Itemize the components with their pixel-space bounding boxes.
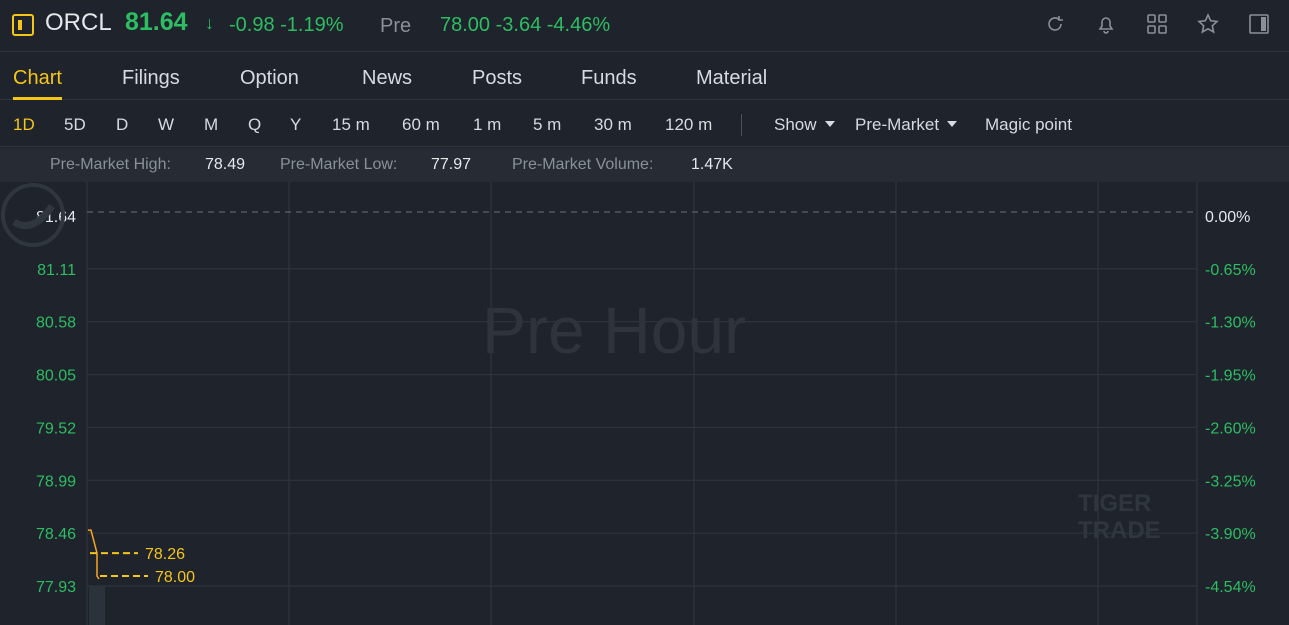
pct-tick-label: -0.65% (1205, 262, 1256, 279)
chart-canvas: 81.64 0.00%81.11 -0.65%80.58 -1.30%80.05 -1.… (36, 182, 1256, 625)
y-tick-label: 80.05 (36, 368, 76, 385)
tab-option[interactable]: Option (240, 67, 299, 90)
price-change: -0.98 -1.19% (229, 14, 344, 36)
tab-funds[interactable]: Funds (581, 67, 637, 90)
y-tick-label: 79.52 (36, 420, 76, 437)
tiger-trade-logo-text: TIGER TRADE (1078, 490, 1161, 544)
period-y[interactable]: Y (290, 115, 301, 135)
y-tick-label: 80.58 (36, 315, 76, 332)
period-60m[interactable]: 60 m (402, 115, 440, 135)
period-15m[interactable]: 15 m (332, 115, 370, 135)
y-tick-label: 81.11 (37, 262, 76, 279)
period-1d[interactable]: 1D (13, 115, 35, 135)
pre-market-low-label: Pre-Market Low: (280, 156, 398, 173)
tab-posts[interactable]: Posts (472, 67, 522, 90)
pre-market-high-label: Pre-Market High: (50, 156, 171, 173)
session-dropdown[interactable]: Pre-Market (855, 115, 958, 135)
period-30m[interactable]: 30 m (594, 115, 632, 135)
period-5m[interactable]: 5 m (533, 115, 561, 135)
price-annotation-label: 78.00 (155, 569, 195, 586)
tab-news[interactable]: News (362, 67, 412, 90)
period-toolbar: 1D 5D D W M Q Y 15 m 60 m 1 m 5 m 30 m 1… (0, 101, 1289, 147)
pct-tick-label: -1.30% (1205, 315, 1256, 332)
magic-point-button[interactable]: Magic point (985, 115, 1072, 135)
arrow-down-icon: ↓ (205, 13, 214, 33)
session-dropdown-label: Pre-Market (855, 115, 940, 134)
logo-line-2: TRADE (1078, 517, 1161, 544)
star-icon[interactable] (1197, 13, 1219, 35)
pre-market-low-value: 77.97 (431, 156, 472, 173)
main-tabs: Chart Filings Option News Posts Funds Ma… (0, 53, 1289, 100)
price-annotation-label: 78.26 (145, 546, 185, 563)
price-line (88, 529, 100, 580)
logo-line-1: TIGER (1078, 490, 1152, 517)
ticker-symbol[interactable]: ORCL (45, 9, 112, 37)
tiger-trade-logo-icon (1, 183, 65, 247)
show-dropdown-label: Show (774, 115, 817, 134)
pct-tick-label: -1.95% (1205, 368, 1256, 385)
pre-market-high-value: 78.49 (205, 156, 246, 173)
pct-tick-label: -2.60% (1205, 420, 1256, 437)
toolbar-divider (741, 114, 742, 136)
quote-header: ORCL 81.64 ↓ -0.98 -1.19% Pre 78.00 -3.6… (0, 0, 1289, 52)
tab-chart[interactable]: Chart (13, 67, 62, 90)
pct-tick-label: -4.54% (1205, 579, 1256, 596)
y-tick-label: 78.46 (36, 526, 76, 543)
pre-market-label: Pre (380, 15, 412, 37)
pre-market-values: 78.00 -3.64 -4.46% (440, 14, 611, 36)
caret-down-icon (947, 121, 958, 127)
period-5d[interactable]: 5D (64, 115, 86, 135)
pre-market-stats: Pre-Market High: 78.49 Pre-Market Low: 7… (0, 148, 1289, 182)
period-d[interactable]: D (116, 115, 128, 135)
y-tick-label: 77.93 (36, 579, 76, 596)
y-tick-label: 78.99 (36, 473, 76, 490)
period-w[interactable]: W (158, 115, 174, 135)
pct-tick-label: 0.00% (1205, 209, 1250, 226)
volume-bar (89, 586, 105, 625)
refresh-icon[interactable] (1044, 13, 1066, 35)
show-dropdown[interactable]: Show (774, 115, 835, 135)
pct-tick-label: -3.90% (1205, 526, 1256, 543)
caret-down-icon (824, 121, 835, 127)
price-chart[interactable]: 81.64 0.00% 81.11 -0.65% 80.58 -1.30% 80.05 -1.… (0, 182, 1289, 625)
tab-filings[interactable]: Filings (122, 67, 180, 90)
pre-market-volume-label: Pre-Market Volume: (512, 156, 654, 173)
period-1m[interactable]: 1 m (473, 115, 501, 135)
ticker-icon (12, 14, 34, 36)
tab-material[interactable]: Material (696, 67, 767, 90)
last-price: 81.64 (125, 8, 188, 36)
bell-icon[interactable] (1095, 13, 1117, 35)
active-tab-indicator (13, 97, 62, 100)
period-m[interactable]: M (204, 115, 218, 135)
period-120m[interactable]: 120 m (665, 115, 712, 135)
panel-icon[interactable] (1248, 13, 1270, 35)
grid-icon[interactable] (1146, 13, 1168, 35)
pct-tick-label: -3.25% (1205, 473, 1256, 490)
pre-market-volume-value: 1.47K (691, 156, 733, 173)
period-q[interactable]: Q (248, 115, 261, 135)
chart-watermark: Pre Hour (482, 293, 747, 367)
